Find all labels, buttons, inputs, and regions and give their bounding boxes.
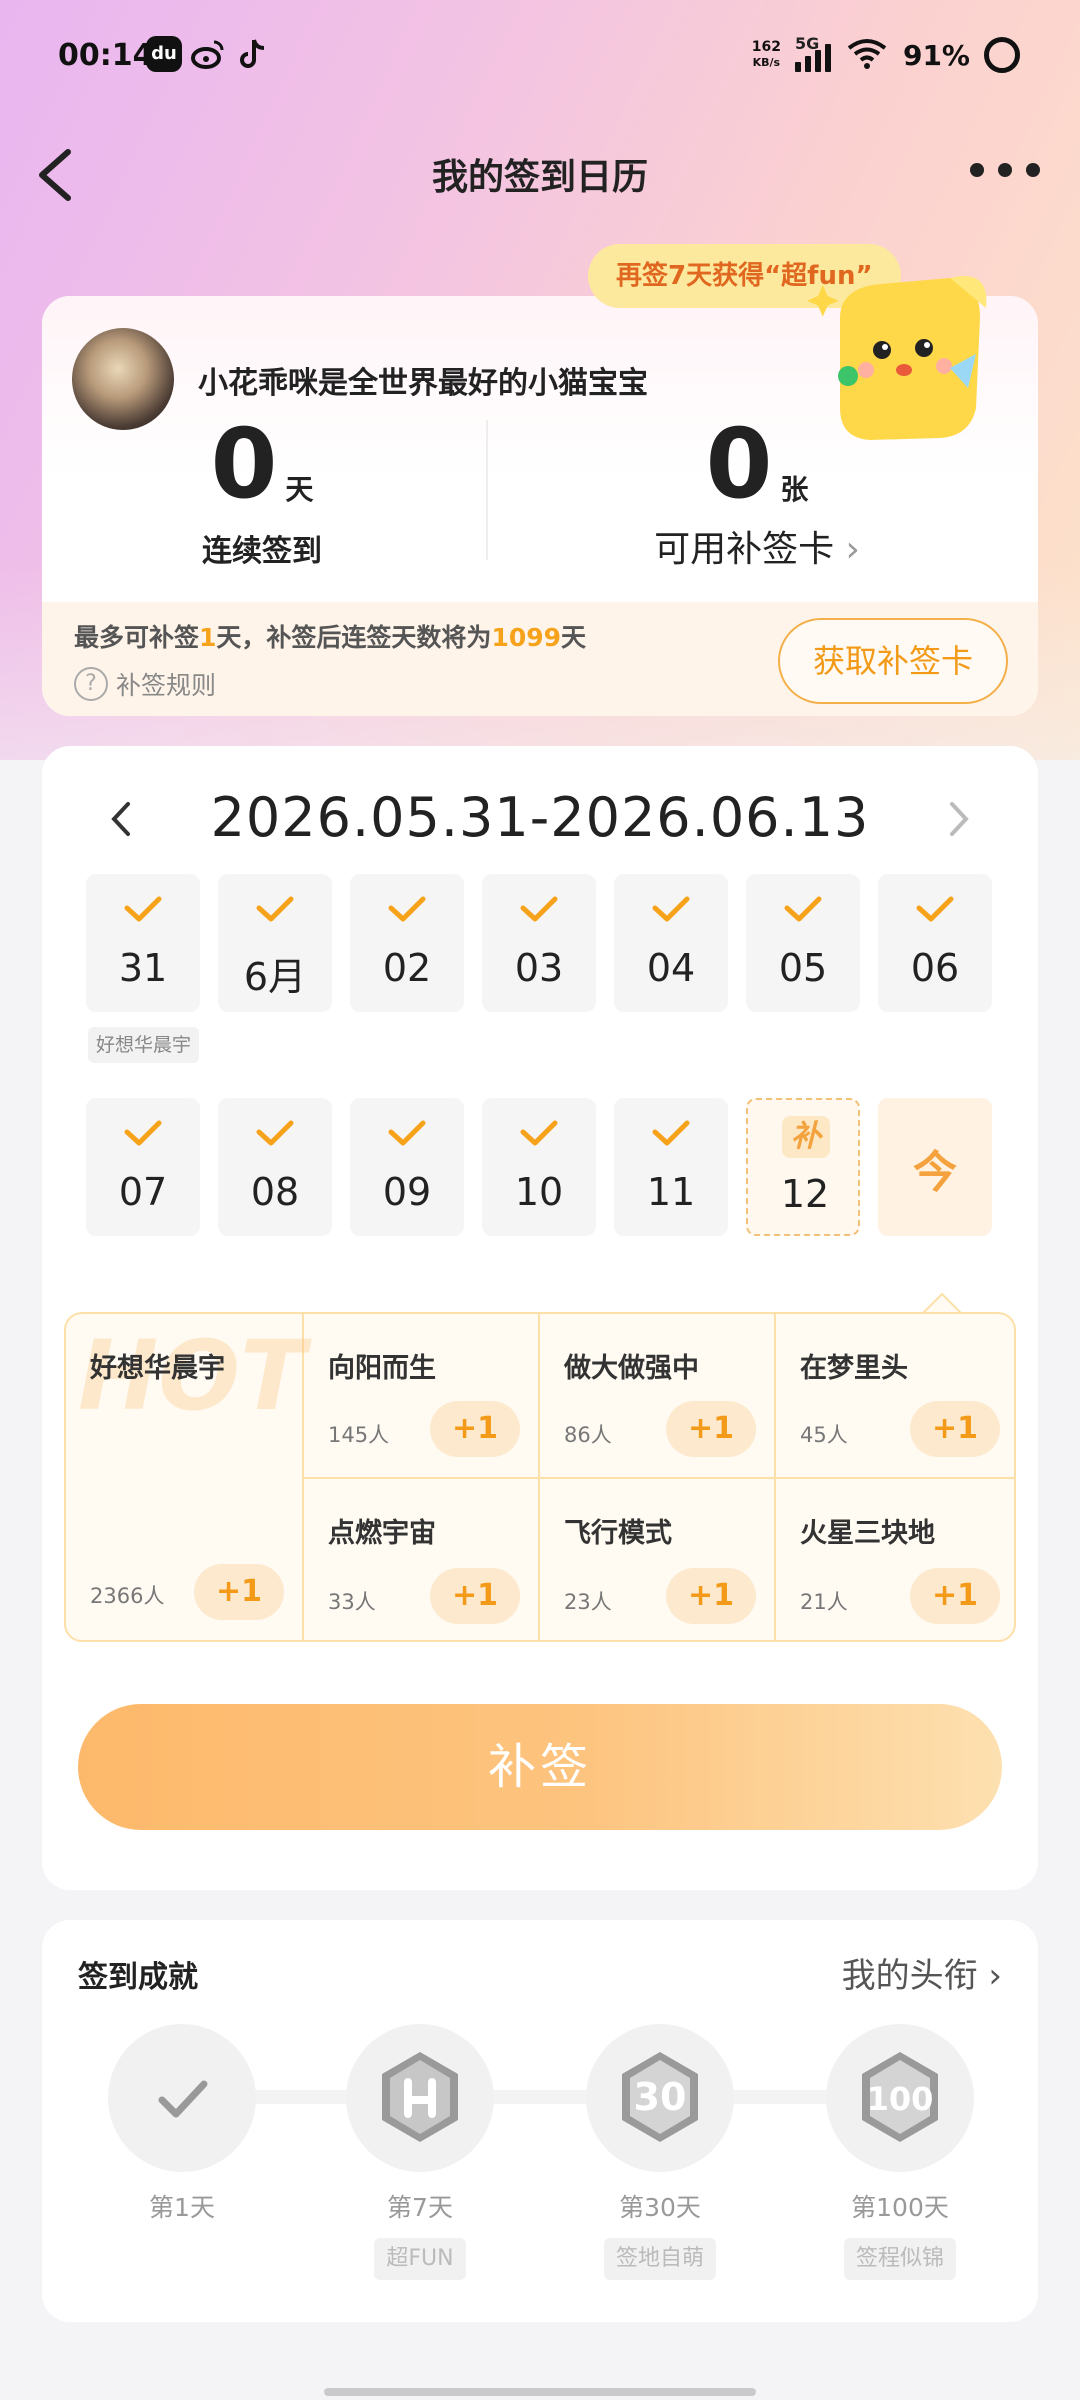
signal-icon: 5G: [794, 34, 831, 72]
plus-one-button[interactable]: +1: [430, 1568, 520, 1624]
more-options-button[interactable]: [970, 158, 1040, 182]
check-icon: [916, 896, 954, 922]
achievement-tag: 签地自萌: [603, 2238, 716, 2280]
calendar-day[interactable]: 04: [614, 874, 728, 1012]
check-icon: [652, 896, 690, 922]
calendar-day-today[interactable]: 今: [878, 1098, 992, 1236]
check-icon: [108, 2024, 256, 2172]
tiktok-icon: [236, 36, 272, 72]
du-app-icon: du: [146, 36, 182, 72]
recommend-item: 火星三块地 21人 +1: [776, 1479, 1014, 1640]
plus-one-button[interactable]: +1: [910, 1568, 1000, 1624]
check-icon: [652, 1120, 690, 1146]
calendar-day[interactable]: 06: [878, 874, 992, 1012]
achievement-track: [182, 2090, 902, 2104]
days-100-badge-icon: 100: [826, 2024, 974, 2172]
makeup-cards-link[interactable]: 可用补签卡 ›: [562, 520, 952, 572]
question-icon: ?: [74, 667, 108, 701]
weibo-icon: [190, 36, 226, 72]
today-mark: 今: [913, 1147, 957, 1198]
rock-hand-badge-icon: [346, 2024, 494, 2172]
recommend-item: 向阳而生 145人 +1: [304, 1314, 540, 1479]
recommend-item: 在梦里头 45人 +1: [776, 1314, 1014, 1479]
grid-pointer: [922, 1292, 962, 1314]
mascot-icon: [806, 276, 987, 440]
recommend-item: 点燃宇宙 33人 +1: [304, 1479, 540, 1640]
recommend-item: 飞行模式 23人 +1: [540, 1479, 776, 1640]
recommend-featured: HOT 好想华晨宇 2366人 +1: [66, 1314, 305, 1640]
calendar-day[interactable]: 6月: [218, 874, 332, 1012]
plus-one-button[interactable]: +1: [430, 1401, 520, 1457]
my-titles-link[interactable]: 我的头衔 ›: [842, 1948, 1002, 1997]
check-icon: [388, 1120, 426, 1146]
status-bar: 00:14 du 162 KB/s 5G 91%: [0, 0, 1080, 110]
check-icon: [124, 1120, 162, 1146]
calendar-day[interactable]: 03: [482, 874, 596, 1012]
streak-stat: 0天 连续签到: [202, 408, 322, 569]
check-icon: [784, 896, 822, 922]
net-speed: 162 KB/s: [751, 39, 781, 69]
wifi-icon: [845, 36, 889, 74]
battery-text: 91%: [902, 38, 970, 72]
calendar-day[interactable]: 09: [350, 1098, 464, 1236]
check-icon: [256, 896, 294, 922]
achievements-card: 签到成就 我的头衔 › 第1天 第7天 超FUN 30 第30天 签地自萌 10…: [42, 1920, 1038, 2322]
achievement-day7[interactable]: 第7天 超FUN: [346, 2024, 494, 2280]
achievements-title: 签到成就: [78, 1960, 198, 1995]
makeup-mark: 补: [782, 1116, 830, 1158]
calendar-day-makeup[interactable]: 补 12: [746, 1098, 860, 1236]
achievement-day1[interactable]: 第1天: [108, 2024, 256, 2224]
battery-icon: [984, 37, 1020, 73]
title-recommend-grid: HOT 好想华晨宇 2366人 +1 向阳而生 145人 +1 做大做强中 86…: [64, 1312, 1016, 1642]
makeup-sign-button[interactable]: 补签: [78, 1704, 1002, 1830]
calendar-day[interactable]: 31: [86, 874, 200, 1012]
calendar-day[interactable]: 11: [614, 1098, 728, 1236]
check-icon: [256, 1120, 294, 1146]
calendar-day[interactable]: 08: [218, 1098, 332, 1236]
achievement-tag: 签程似锦: [843, 2238, 956, 2280]
makeup-info: 最多可补签1天，补签后连签天数将为1099天: [74, 623, 587, 652]
day-title-tag: 好想华晨宇: [88, 1027, 200, 1063]
achievement-day30[interactable]: 30 第30天 签地自萌: [586, 2024, 734, 2280]
achievement-tag: 超FUN: [374, 2238, 466, 2280]
plus-one-button[interactable]: +1: [910, 1401, 1000, 1457]
next-period-button[interactable]: [938, 794, 978, 844]
check-icon: [520, 896, 558, 922]
status-right-cluster: 162 KB/s 5G 91%: [752, 30, 1020, 80]
recommend-item: 做大做强中 86人 +1: [540, 1314, 776, 1479]
days-30-badge-icon: 30: [586, 2024, 734, 2172]
calendar-day[interactable]: 07: [86, 1098, 200, 1236]
achievement-day100[interactable]: 100 第100天 签程似锦: [826, 2024, 974, 2280]
home-indicator[interactable]: [324, 2388, 756, 2396]
stat-divider: [486, 420, 488, 560]
calendar-day[interactable]: 02: [350, 874, 464, 1012]
calendar-day[interactable]: 10: [482, 1098, 596, 1236]
check-icon: [520, 1120, 558, 1146]
svg-text:30: 30: [634, 2075, 687, 2119]
plus-one-button[interactable]: +1: [194, 1564, 284, 1620]
chevron-right-icon: [950, 802, 969, 836]
plus-one-button[interactable]: +1: [666, 1401, 756, 1457]
makeup-rules-link[interactable]: ? 补签规则: [74, 666, 216, 702]
status-time: 00:14: [58, 38, 154, 73]
username: 小花乖咪是全世界最好的小猫宝宝: [198, 366, 648, 401]
plus-one-button[interactable]: +1: [666, 1568, 756, 1624]
calendar-range: 2026.05.31-2026.06.13: [210, 786, 870, 849]
svg-text:100: 100: [867, 2080, 934, 2118]
page-title: 我的签到日历: [431, 157, 648, 198]
calendar-card: 2026.05.31-2026.06.13 31 6月 02 03 04 05 …: [42, 746, 1038, 1890]
calendar-day[interactable]: 05: [746, 874, 860, 1012]
check-icon: [124, 896, 162, 922]
get-makeup-card-button[interactable]: 获取补签卡: [778, 618, 1008, 704]
check-icon: [388, 896, 426, 922]
